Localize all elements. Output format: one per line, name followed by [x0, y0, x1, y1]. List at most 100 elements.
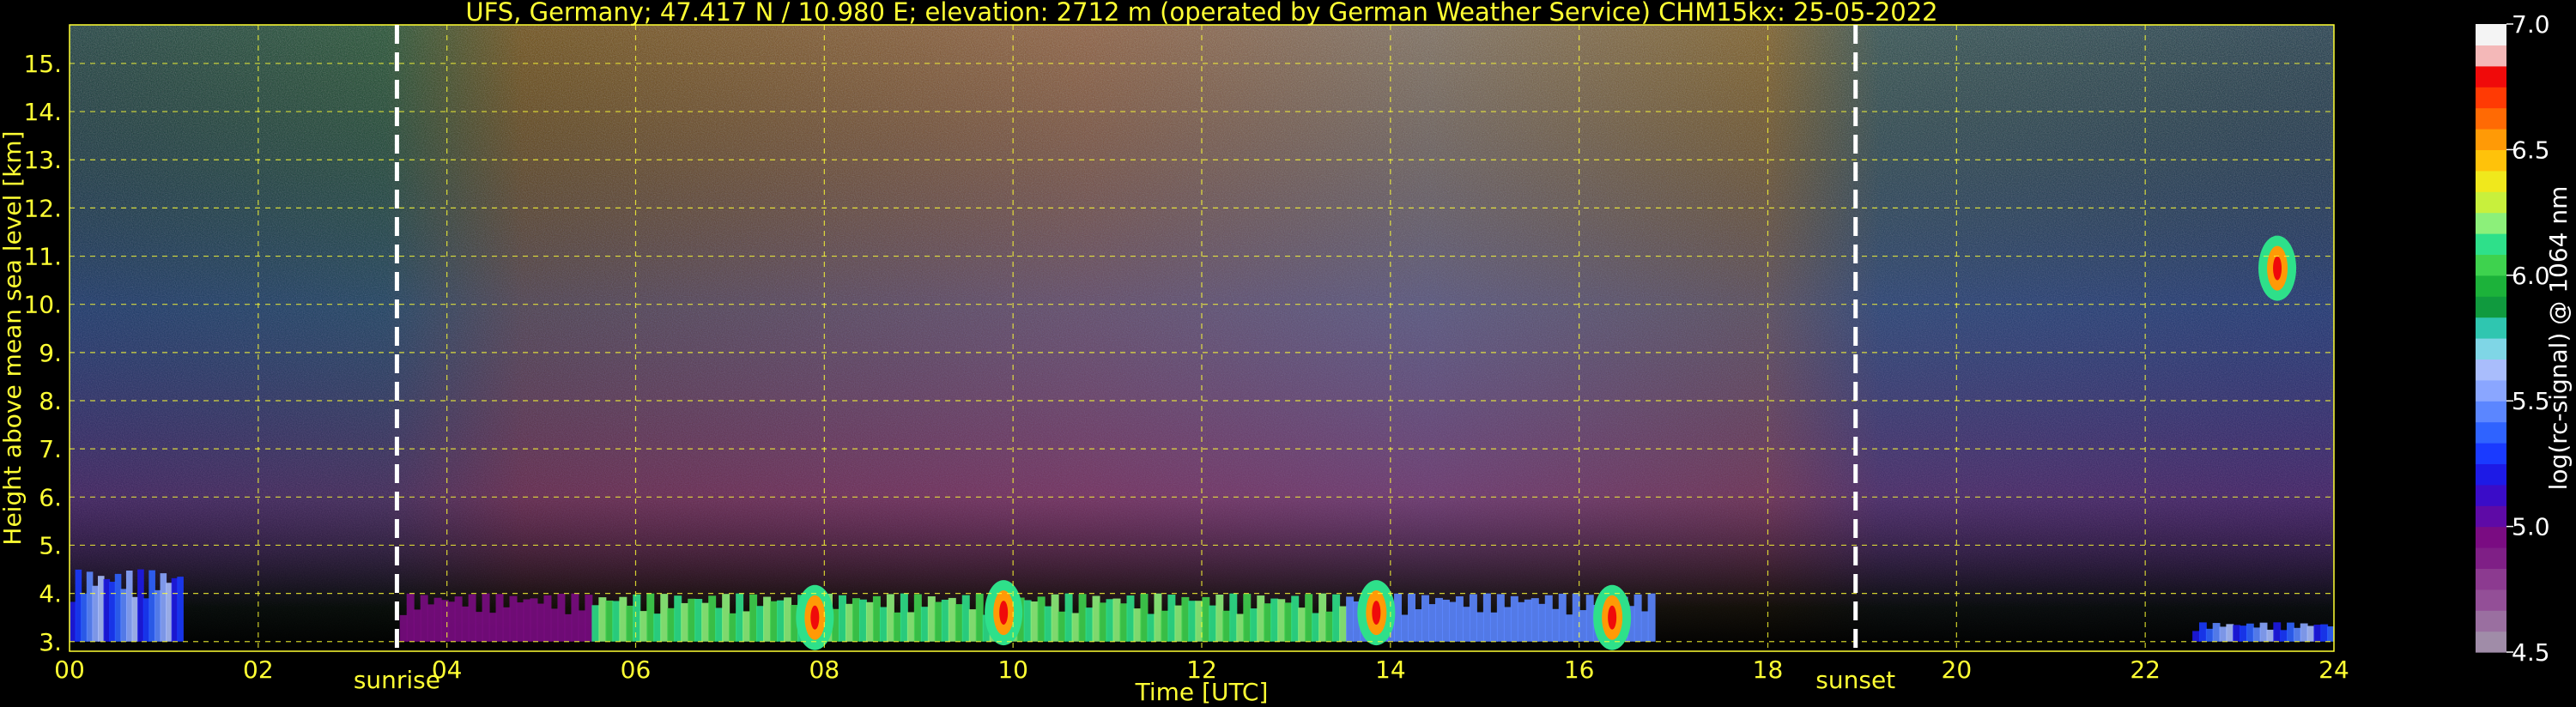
colorbar-segment	[2476, 191, 2506, 214]
feature-stripe	[1434, 597, 1443, 642]
y-tick-label: 6.	[39, 483, 62, 511]
cloud-feature	[1593, 584, 1632, 650]
x-tick-label: 16	[1564, 656, 1595, 684]
feature-stripe	[736, 593, 744, 642]
feature-stripe	[646, 593, 655, 642]
colorbar-segment	[2476, 65, 2506, 88]
cloud-core	[2273, 256, 2282, 281]
colorbar-segment	[2476, 526, 2506, 548]
feature-stripe	[148, 570, 155, 642]
feature-stripe	[543, 595, 552, 642]
y-tick-label: 8.	[39, 387, 62, 415]
feature-stripe	[1318, 593, 1327, 642]
y-tick-label: 14.	[23, 98, 62, 126]
feature-stripe	[1524, 599, 1532, 642]
feature-stripe	[2233, 625, 2241, 642]
feature-stripe	[674, 595, 682, 642]
feature-stripe	[1154, 593, 1162, 642]
x-tick-label: 06	[621, 656, 652, 684]
feature-stripe	[171, 577, 179, 642]
colorbar	[2476, 24, 2506, 653]
feature-stripe	[920, 607, 929, 642]
feature-stripe	[536, 603, 545, 642]
feature-stripe	[1188, 601, 1197, 642]
feature-stripe	[1482, 593, 1491, 642]
feature-stripe	[447, 601, 456, 642]
feature-stripe	[749, 594, 758, 642]
y-tick-label: 12.	[23, 194, 62, 222]
feature-stripe	[1291, 595, 1300, 642]
feature-stripe	[2306, 625, 2315, 642]
feature-stripe	[2320, 624, 2329, 642]
feature-stripe	[2219, 626, 2227, 642]
feature-stripe	[571, 593, 579, 642]
cloud-feature	[985, 580, 1023, 646]
low-layer	[70, 569, 184, 642]
colorbar-segment	[2476, 568, 2506, 590]
feature-stripe	[420, 595, 428, 642]
feature-stripe	[406, 593, 415, 642]
feature-stripe	[488, 613, 497, 642]
feature-stripe	[557, 593, 566, 642]
feature-stripe	[1264, 603, 1272, 642]
colorbar-segment	[2476, 338, 2506, 360]
feature-stripe	[1167, 595, 1176, 642]
colorbar-segment	[2476, 359, 2506, 381]
colorbar-label: log(rc-signal) @ 1064 nm	[2544, 186, 2573, 491]
feature-stripe	[1537, 603, 1546, 642]
feature-stripe	[137, 569, 144, 642]
feature-stripe	[1078, 594, 1087, 642]
feature-stripe	[893, 612, 901, 642]
feature-stripe	[1558, 593, 1567, 642]
feature-stripe	[1551, 608, 1560, 642]
colorbar-segment	[2476, 547, 2506, 569]
feature-stripe	[1229, 593, 1238, 642]
feature-stripe	[1092, 595, 1100, 642]
feature-stripe	[1112, 598, 1121, 642]
feature-stripe	[1181, 596, 1190, 642]
colorbar-tick-label: 5.0	[2512, 513, 2550, 541]
y-tick-label: 5.	[39, 531, 62, 559]
cloud-feature	[1357, 580, 1396, 646]
feature-stripe	[2266, 629, 2275, 642]
y-tick-label: 10.	[23, 291, 62, 319]
feature-stripe	[1051, 594, 1059, 642]
feature-stripe	[1530, 598, 1539, 642]
feature-stripe	[1222, 610, 1231, 642]
feature-stripe	[2300, 623, 2308, 642]
feature-stripe	[633, 594, 641, 642]
feature-stripe	[1071, 613, 1080, 642]
feature-stripe	[1140, 594, 1149, 642]
feature-stripe	[1510, 595, 1518, 642]
feature-stripe	[1277, 599, 1286, 642]
feature-stripe	[427, 604, 435, 642]
feature-stripe	[708, 595, 717, 642]
colorbar-tick-label: 7.0	[2512, 10, 2550, 39]
feature-stripe	[1270, 598, 1279, 642]
feature-stripe	[1455, 595, 1464, 642]
feature-stripe	[619, 596, 627, 642]
colorbar-segment	[2476, 463, 2506, 486]
feature-stripe	[2259, 622, 2268, 642]
feature-stripe	[125, 571, 133, 642]
y-tick-label: 9.	[39, 339, 62, 367]
colorbar-tick-label: 6.5	[2512, 136, 2550, 164]
feature-stripe	[886, 594, 894, 642]
feature-stripe	[927, 596, 936, 642]
feature-stripe	[639, 611, 648, 642]
colorbar-segment	[2476, 421, 2506, 444]
colorbar-segment	[2476, 296, 2506, 318]
feature-stripe	[900, 593, 908, 642]
colorbar-segment	[2476, 254, 2506, 276]
colorbar-segment	[2476, 443, 2506, 464]
feature-stripe	[1257, 595, 1265, 642]
feature-stripe	[941, 599, 949, 642]
cloud-feature	[796, 584, 834, 650]
feature-stripe	[550, 608, 559, 642]
feature-stripe	[509, 595, 518, 642]
chart-title: UFS, Germany; 47.417 N / 10.980 E; eleva…	[465, 0, 1937, 27]
x-tick-label: 02	[243, 656, 274, 684]
feature-stripe	[1044, 606, 1052, 642]
feature-stripe	[142, 598, 150, 642]
feature-stripe	[1325, 611, 1334, 642]
